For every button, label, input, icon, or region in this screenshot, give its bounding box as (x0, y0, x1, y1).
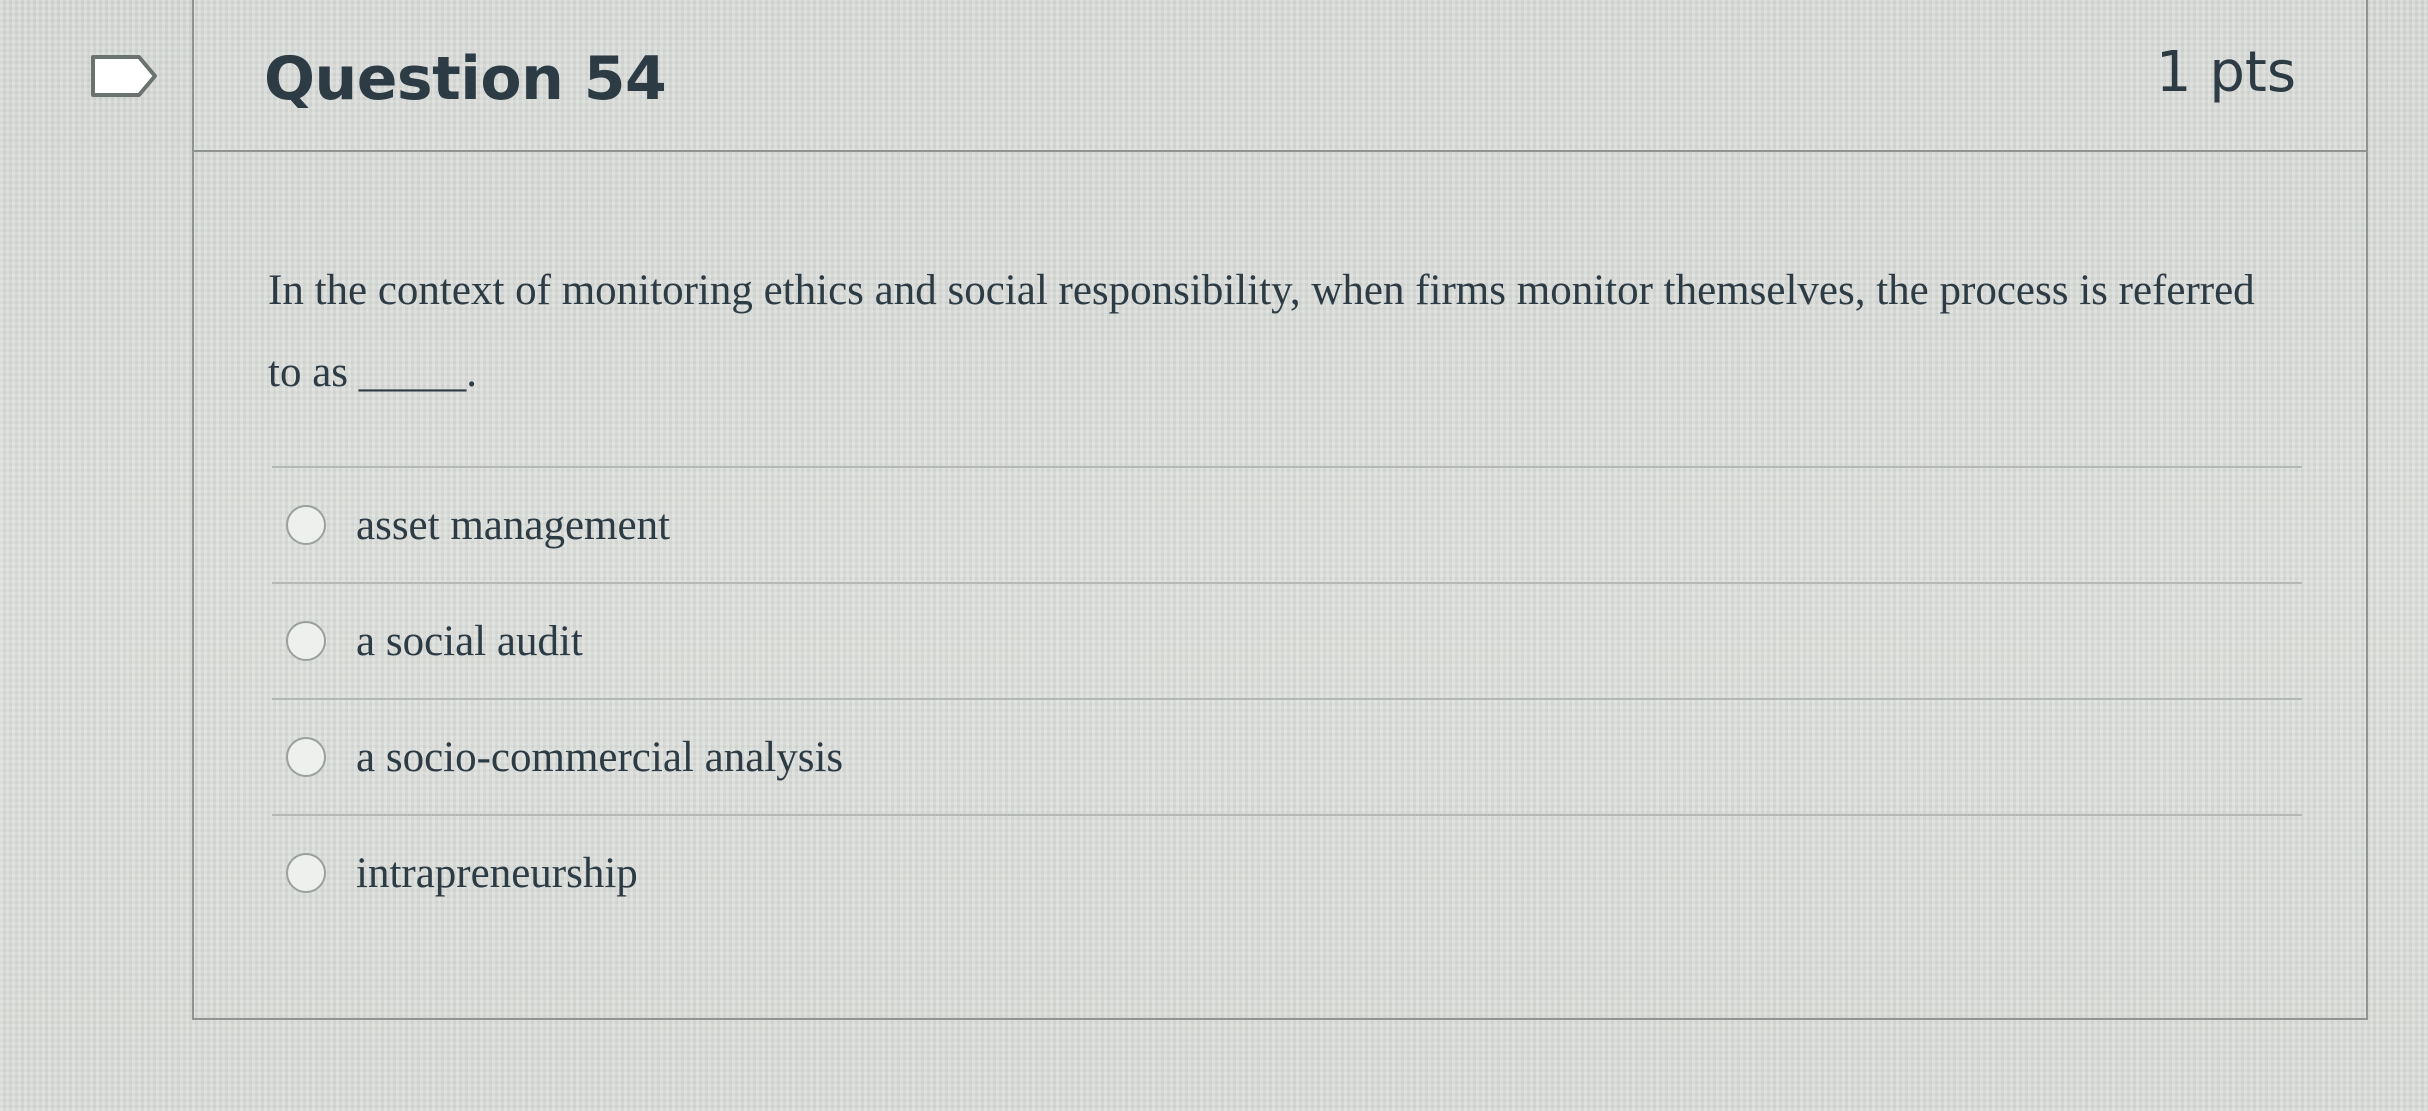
answer-label[interactable]: a socio-commercial analysis (356, 733, 843, 782)
radio-button[interactable] (286, 505, 326, 545)
answer-option-1[interactable]: asset management (272, 466, 2302, 582)
question-points: 1 pts (2155, 40, 2296, 105)
answer-label[interactable]: intrapreneurship (356, 849, 638, 898)
answer-option-4[interactable]: intrapreneurship (272, 814, 2302, 930)
answer-option-3[interactable]: a socio-commercial analysis (272, 698, 2302, 814)
flag-outline-icon (91, 55, 157, 97)
radio-button[interactable] (286, 737, 326, 777)
answer-option-2[interactable]: a social audit (272, 582, 2302, 698)
radio-button[interactable] (286, 621, 326, 661)
flag-question-button[interactable] (88, 52, 160, 100)
question-title: Question 54 (264, 44, 667, 114)
answer-label[interactable]: a social audit (356, 617, 583, 666)
question-text: In the context of monitoring ethics and … (268, 267, 2255, 396)
answer-label[interactable]: asset management (356, 501, 670, 550)
quiz-page: Question 54 1 pts In the context of moni… (0, 0, 2428, 1111)
question-card: Question 54 1 pts In the context of moni… (192, 0, 2368, 1020)
question-header: Question 54 1 pts (194, 0, 2366, 152)
answer-list: asset management a social audit a socio-… (272, 466, 2302, 930)
radio-button[interactable] (286, 853, 326, 893)
